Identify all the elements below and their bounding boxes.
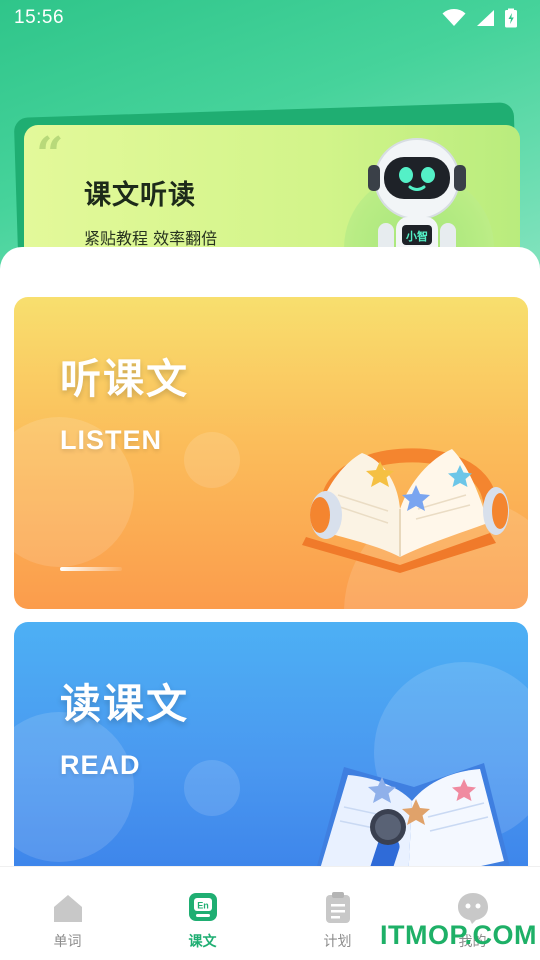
battery-icon <box>505 8 517 28</box>
en-icon-text: En <box>197 901 209 911</box>
wifi-icon <box>442 9 466 26</box>
nav-label-words: 单词 <box>53 934 82 950</box>
clipboard-icon <box>325 892 350 923</box>
quote-icon: “ <box>36 127 64 183</box>
headphones-book-icon <box>302 448 509 573</box>
status-time: 15:56 <box>14 7 65 28</box>
decor-bubble <box>184 760 240 816</box>
decor-bubble <box>184 432 240 488</box>
banner-subtitle: 紧贴教程 效率翻倍 <box>84 229 218 248</box>
status-bar: 15:56 <box>0 0 540 36</box>
banner-title: 课文听读 <box>84 180 196 211</box>
read-subtitle: READ <box>60 750 141 780</box>
nav-item-texts[interactable]: En 课文 <box>135 867 270 960</box>
read-title: 读课文 <box>60 680 189 728</box>
house-icon <box>53 895 82 922</box>
book-microphone-icon <box>314 763 510 882</box>
status-icons <box>442 8 518 28</box>
listen-title: 听课文 <box>60 355 189 403</box>
listen-subtitle: LISTEN <box>60 425 163 455</box>
card-accent-line <box>60 567 122 571</box>
watermark: ITMOP.COM <box>380 920 538 950</box>
nav-label-texts: 课文 <box>188 934 217 950</box>
nav-item-words[interactable]: 单词 <box>0 867 135 960</box>
listen-card[interactable]: 听课文 LISTEN <box>14 297 528 609</box>
signal-icon <box>477 10 494 26</box>
nav-label-plan: 计划 <box>323 934 352 950</box>
read-card[interactable]: 读课文 READ <box>14 622 528 882</box>
en-chat-icon: En <box>188 893 217 921</box>
decor-bubble <box>14 712 134 862</box>
robot-badge-text: 小智 <box>405 229 428 243</box>
